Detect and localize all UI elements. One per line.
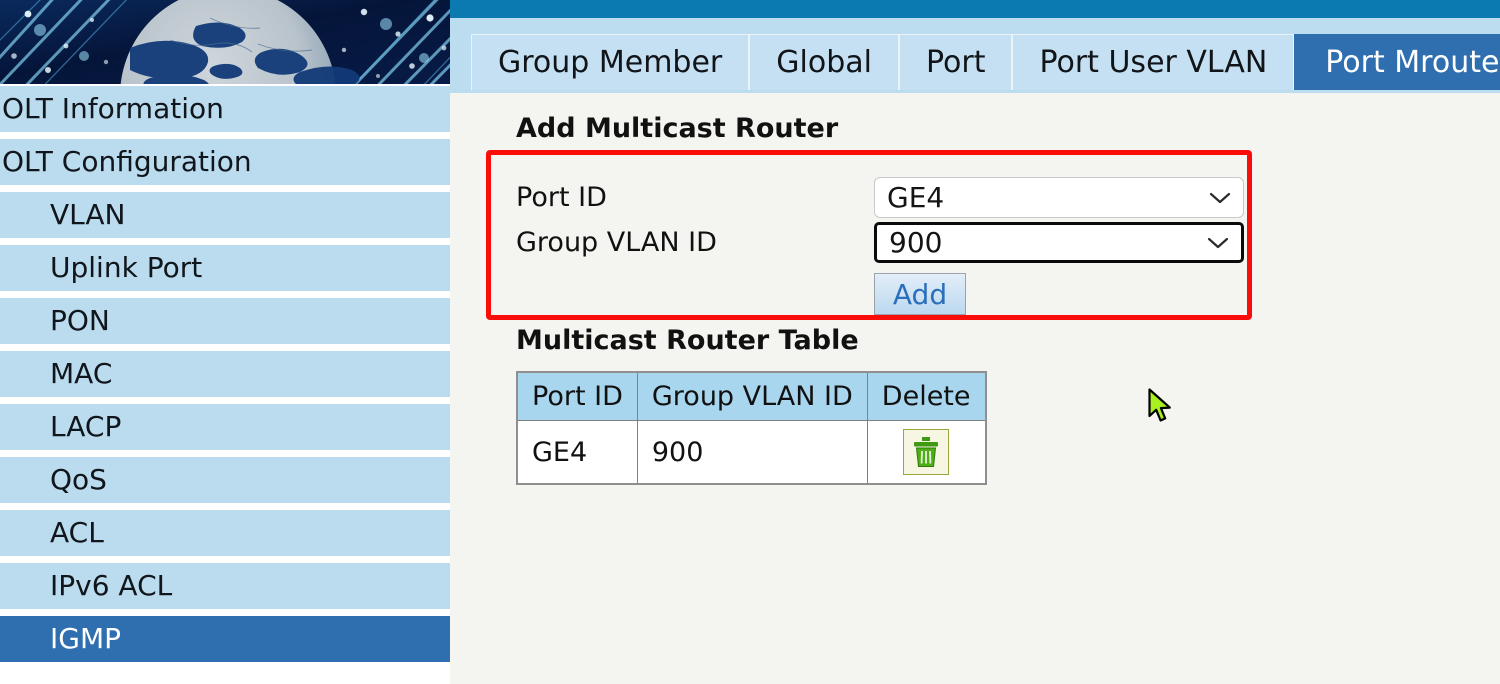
column-header-port-id: Port ID [516,371,638,421]
form-row-group-vlan-id: Group VLAN ID 900 [516,220,1246,265]
sidebar-item-acl[interactable]: ACL [0,510,450,556]
cell-group-vlan-id: 900 [636,420,868,485]
table-row: GE4 900 [516,420,987,485]
tab-label: Port User VLAN [1039,45,1268,80]
cell-port-id: GE4 [516,420,638,485]
sidebar-item-lacp[interactable]: LACP [0,404,450,450]
sidebar-item-olt-information[interactable]: OLT Information [0,86,450,132]
group-vlan-id-value: 900 [889,226,943,259]
tab-label: Group Member [498,45,723,80]
sidebar-item-label: IGMP [50,622,121,655]
tab-port-mrouter[interactable]: Port Mrouter [1294,34,1500,90]
tab-port[interactable]: Port [898,34,1013,90]
multicast-router-table-wrap: Port ID Group VLAN ID Delete GE4 900 [516,371,987,485]
main-panel: Group Member Global Port Port User VLAN … [450,0,1500,684]
sidebar-item-label: Uplink Port [50,251,203,284]
add-button[interactable]: Add [874,273,966,315]
sidebar-item-label: OLT Configuration [2,145,252,178]
add-button-label: Add [892,277,948,311]
sidebar-item-label: MAC [50,357,113,390]
tab-strip: Group Member Global Port Port User VLAN … [450,18,1500,93]
banner-globe-image [0,0,450,84]
sidebar-item-label: LACP [50,410,122,443]
port-id-label: Port ID [516,182,607,213]
cell-delete [866,420,987,485]
add-multicast-router-title: Add Multicast Router [516,113,839,144]
sidebar-item-label: QoS [50,463,107,496]
column-header-delete: Delete [866,371,987,421]
column-header-group-vlan-id: Group VLAN ID [636,371,868,421]
top-bar [450,0,1500,18]
sidebar-item-label: OLT Information [2,92,224,125]
tab-label: Port Mrouter [1325,45,1500,80]
tab-global[interactable]: Global [749,34,899,90]
trash-icon-glyph [914,437,939,467]
chevron-down-icon [1209,191,1231,205]
sidebar-item-ipv6-acl[interactable]: IPv6 ACL [0,563,450,609]
sidebar-item-label: IPv6 ACL [50,569,173,602]
add-multicast-router-form: Port ID GE4 Group VLAN ID 900 [516,175,1246,265]
tab-label: Global [776,45,872,80]
sidebar-nav: OLT Information OLT Configuration VLAN U… [0,86,450,669]
port-id-value: GE4 [887,181,945,214]
chevron-down-icon [1207,236,1229,250]
sidebar-item-vlan[interactable]: VLAN [0,192,450,238]
group-vlan-id-select[interactable]: 900 [874,222,1244,263]
tab-port-user-vlan[interactable]: Port User VLAN [1012,34,1295,90]
sidebar-item-label: PON [50,304,110,337]
sidebar: OLT Information OLT Configuration VLAN U… [0,0,450,684]
trash-icon[interactable] [903,429,950,475]
sidebar-item-igmp[interactable]: IGMP [0,616,450,662]
multicast-router-table-title: Multicast Router Table [516,325,859,356]
table-head: Port ID Group VLAN ID Delete [516,371,987,421]
sidebar-item-pon[interactable]: PON [0,298,450,344]
sidebar-item-uplink-port[interactable]: Uplink Port [0,245,450,291]
content-area: Add Multicast Router Port ID GE4 Group V… [450,93,1500,684]
table-body: GE4 900 [516,420,987,485]
table-header-row: Port ID Group VLAN ID Delete [516,371,987,421]
form-row-port-id: Port ID GE4 [516,175,1246,220]
sidebar-item-label: VLAN [50,198,126,231]
group-vlan-id-label: Group VLAN ID [516,227,717,258]
sidebar-item-mac[interactable]: MAC [0,351,450,397]
port-id-select[interactable]: GE4 [874,177,1244,218]
tab-label: Port [925,45,986,80]
tab-group-member[interactable]: Group Member [471,34,750,90]
sidebar-item-qos[interactable]: QoS [0,457,450,503]
tab-list: Group Member Global Port Port User VLAN … [471,34,1500,90]
sidebar-item-label: ACL [50,516,104,549]
app-window: OLT Information OLT Configuration VLAN U… [0,0,1500,684]
sidebar-item-olt-configuration[interactable]: OLT Configuration [0,139,450,185]
multicast-router-table: Port ID Group VLAN ID Delete GE4 900 [516,371,987,485]
globe-banner-graphic [0,0,450,84]
